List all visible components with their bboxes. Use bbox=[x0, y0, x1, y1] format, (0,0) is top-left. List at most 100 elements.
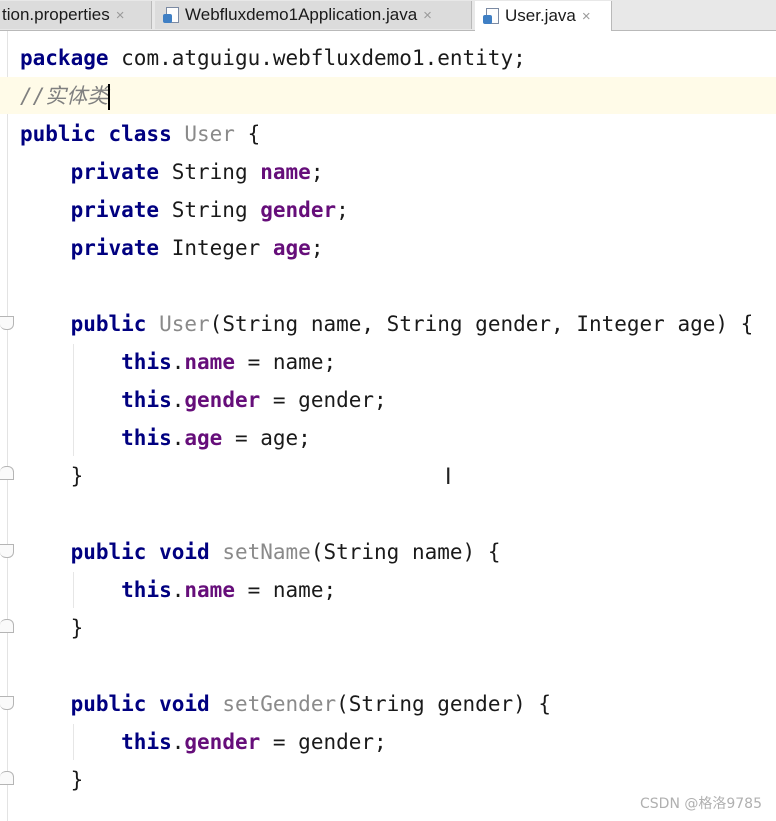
code-token: . bbox=[171, 730, 185, 754]
code-token: age bbox=[184, 426, 223, 450]
code-line[interactable]: private String gender; bbox=[20, 191, 349, 229]
code-token: this bbox=[121, 578, 172, 602]
code-token: private bbox=[70, 198, 160, 222]
code-token: User bbox=[184, 122, 235, 146]
code-token: { bbox=[234, 122, 261, 146]
code-line[interactable]: } bbox=[20, 609, 84, 647]
code-line[interactable]: private String name; bbox=[20, 153, 324, 191]
code-line[interactable]: public void setGender(String gender) { bbox=[20, 685, 551, 723]
code-token: gender bbox=[184, 730, 261, 754]
code-token: public void bbox=[70, 692, 210, 716]
java-file-icon bbox=[483, 7, 501, 25]
code-token: = gender; bbox=[260, 730, 387, 754]
code-line[interactable]: public User(String name, String gender, … bbox=[20, 305, 754, 343]
close-icon[interactable]: × bbox=[582, 8, 591, 25]
code-line[interactable]: } bbox=[20, 457, 84, 495]
fold-marker-icon[interactable] bbox=[0, 544, 14, 558]
code-token: //实体类 bbox=[20, 84, 109, 108]
code-token: = age; bbox=[222, 426, 311, 450]
code-line[interactable]: } bbox=[20, 761, 84, 799]
code-token: Integer bbox=[159, 236, 273, 260]
tab-user-java[interactable]: User.java × bbox=[475, 1, 612, 31]
fold-marker-icon[interactable] bbox=[0, 696, 14, 710]
code-token: . bbox=[171, 426, 185, 450]
tab-webfluxdemo1application-java[interactable]: Webfluxdemo1Application.java × bbox=[155, 1, 472, 29]
current-line-highlight bbox=[0, 77, 776, 114]
code-line[interactable]: package com.atguigu.webfluxdemo1.entity; bbox=[20, 39, 526, 77]
code-token: . bbox=[171, 578, 185, 602]
code-token: gender bbox=[260, 198, 337, 222]
close-icon[interactable]: × bbox=[423, 7, 432, 24]
code-token: } bbox=[20, 616, 84, 640]
code-token: = name; bbox=[234, 578, 337, 602]
code-line[interactable]: //实体类 bbox=[20, 77, 111, 115]
code-token: age bbox=[272, 236, 311, 260]
code-token: ; bbox=[310, 160, 324, 184]
tab-application-properties[interactable]: tion.properties × bbox=[0, 1, 152, 29]
code-token: ; bbox=[336, 198, 349, 222]
code-line[interactable]: this.gender = gender; bbox=[20, 381, 387, 419]
code-token: ; bbox=[310, 236, 324, 260]
text-cursor-icon: I bbox=[445, 465, 452, 490]
watermark: CSDN @格洛9785 bbox=[640, 796, 762, 812]
close-icon[interactable]: × bbox=[116, 7, 125, 24]
tab-label: User.java bbox=[505, 6, 576, 25]
tab-label: tion.properties bbox=[2, 5, 110, 24]
code-token: = gender; bbox=[260, 388, 387, 412]
editor-tab-bar: tion.properties × Webfluxdemo1Applicatio… bbox=[0, 0, 776, 31]
code-token: package bbox=[20, 46, 109, 70]
code-line[interactable]: this.gender = gender; bbox=[20, 723, 387, 761]
code-token: (String name) { bbox=[310, 540, 501, 564]
code-token: String bbox=[159, 160, 261, 184]
code-token: = name; bbox=[234, 350, 337, 374]
code-line[interactable]: this.name = name; bbox=[20, 571, 336, 609]
code-token: this bbox=[121, 730, 172, 754]
code-token: public bbox=[70, 312, 147, 336]
code-token: gender bbox=[184, 388, 261, 412]
code-token: . bbox=[171, 388, 185, 412]
code-token: this bbox=[121, 426, 172, 450]
code-token: name bbox=[184, 350, 235, 374]
code-token: this bbox=[121, 388, 172, 412]
code-token: this bbox=[121, 350, 172, 374]
code-token: setGender bbox=[222, 692, 337, 716]
code-token: name bbox=[260, 160, 311, 184]
fold-marker-icon[interactable] bbox=[0, 466, 14, 480]
code-token: } bbox=[20, 464, 84, 488]
code-token: (String gender) { bbox=[336, 692, 552, 716]
code-token: . bbox=[171, 350, 185, 374]
code-token: public void bbox=[70, 540, 210, 564]
code-token: private bbox=[70, 236, 160, 260]
tab-label: Webfluxdemo1Application.java bbox=[185, 5, 418, 24]
code-token: com.atguigu.webfluxdemo1.entity; bbox=[108, 46, 526, 70]
code-token: setName bbox=[222, 540, 311, 564]
code-line[interactable]: this.name = name; bbox=[20, 343, 336, 381]
code-token: User bbox=[159, 312, 210, 336]
code-line[interactable]: private Integer age; bbox=[20, 229, 324, 267]
fold-marker-icon[interactable] bbox=[0, 619, 14, 633]
code-token: public class bbox=[20, 122, 172, 146]
fold-marker-icon[interactable] bbox=[0, 771, 14, 785]
code-token: private bbox=[70, 160, 160, 184]
text-caret bbox=[108, 84, 111, 110]
fold-marker-icon[interactable] bbox=[0, 316, 14, 330]
code-line[interactable]: public class User { bbox=[20, 115, 260, 153]
code-line[interactable]: public void setName(String name) { bbox=[20, 533, 501, 571]
code-line[interactable]: this.age = age; bbox=[20, 419, 311, 457]
code-token: (String name, String gender, Integer age… bbox=[209, 312, 754, 336]
code-token: String bbox=[159, 198, 261, 222]
